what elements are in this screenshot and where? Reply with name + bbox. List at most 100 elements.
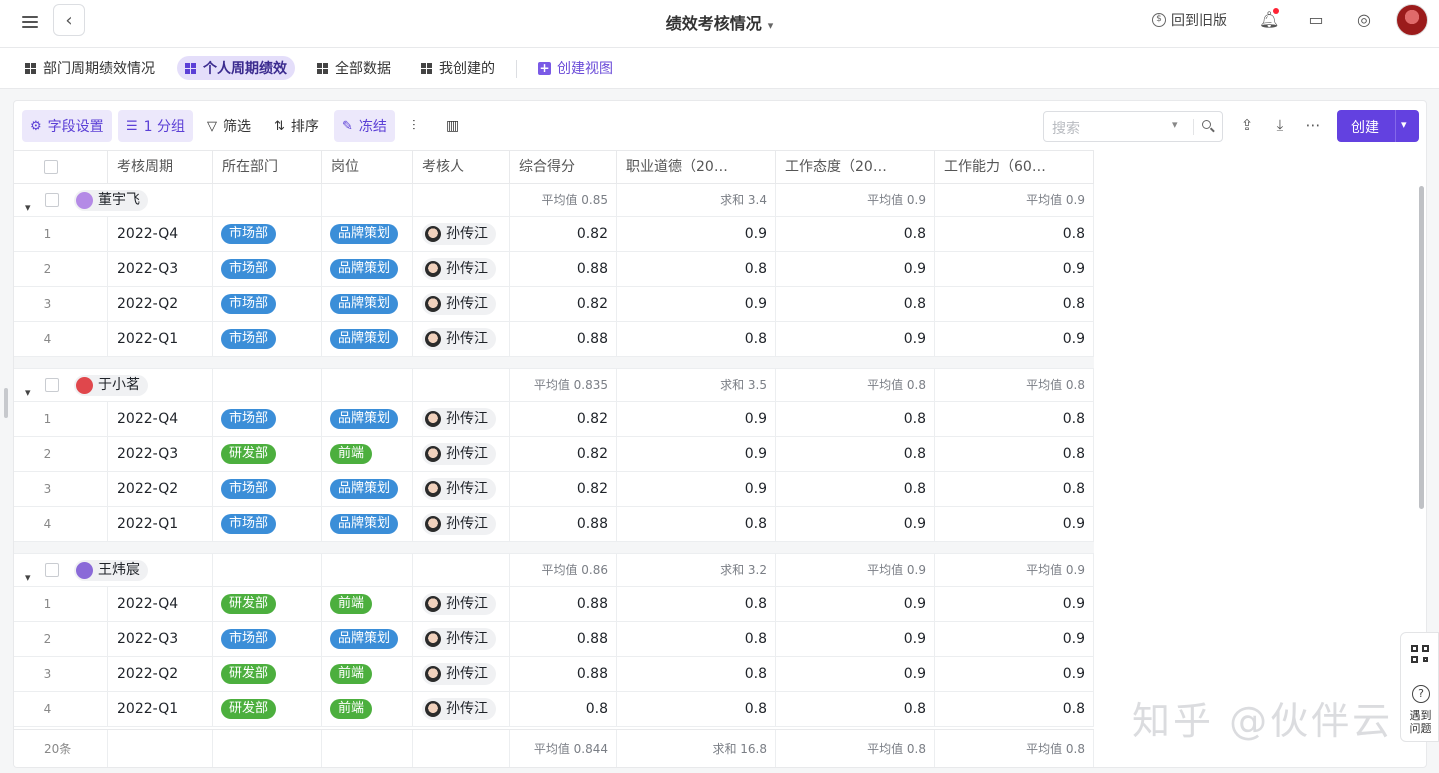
search-icon[interactable]: [1200, 117, 1216, 133]
role-cell[interactable]: 前端: [322, 692, 413, 726]
table-row[interactable]: 1 2022-Q4 研发部 前端 孙传江 0.88 0.8 0.9 0.9: [14, 587, 1094, 622]
footer-agg-attitude[interactable]: 平均值 0.8: [776, 730, 935, 767]
period-cell[interactable]: 2022-Q3: [108, 622, 213, 656]
score-cell[interactable]: 0.88: [510, 622, 617, 656]
table-row[interactable]: 3 2022-Q2 研发部 前端 孙传江 0.88 0.8 0.9 0.9: [14, 657, 1094, 692]
period-cell[interactable]: 2022-Q2: [108, 287, 213, 321]
ability-cell[interactable]: 0.8: [935, 217, 1094, 251]
period-cell[interactable]: 2022-Q2: [108, 657, 213, 691]
bell-icon[interactable]: 🔔︎: [1259, 8, 1279, 29]
ability-cell[interactable]: 0.8: [935, 692, 1094, 726]
group-agg-ability[interactable]: 平均值 0.8: [935, 369, 1094, 401]
score-cell[interactable]: 0.82: [510, 402, 617, 436]
score-cell[interactable]: 0.88: [510, 657, 617, 691]
field-settings-button[interactable]: ⚙ 字段设置: [22, 110, 112, 142]
col-dept[interactable]: 所在部门: [213, 151, 322, 184]
sort-button[interactable]: ⇅ 排序: [266, 110, 327, 142]
ethics-cell[interactable]: 0.9: [617, 437, 776, 471]
chevron-down-icon[interactable]: ▾: [25, 377, 31, 401]
attitude-cell[interactable]: 0.9: [776, 622, 935, 656]
select-all-checkbox[interactable]: [44, 160, 58, 174]
attitude-cell[interactable]: 0.8: [776, 217, 935, 251]
score-cell[interactable]: 0.88: [510, 507, 617, 541]
qrcode-icon[interactable]: [1411, 645, 1430, 664]
chevron-down-icon[interactable]: ▾: [1172, 118, 1178, 131]
group-button[interactable]: ☰ 1 分组: [118, 110, 194, 142]
chevron-down-icon[interactable]: ▾: [25, 192, 31, 216]
group-agg-attitude[interactable]: 平均值 0.9: [776, 184, 935, 216]
reviewer-cell[interactable]: 孙传江: [413, 437, 510, 471]
group-agg-ability[interactable]: 平均值 0.9: [935, 184, 1094, 216]
group-agg-ethics[interactable]: 求和 3.2: [617, 554, 776, 586]
ethics-cell[interactable]: 0.8: [617, 692, 776, 726]
group-header-row[interactable]: ▾ 王炜宸 平均值 0.86 求和 3.2 平均值 0.9 平均值 0.9: [14, 554, 1094, 587]
resize-handle[interactable]: [4, 388, 8, 418]
group-agg-ethics[interactable]: 求和 3.4: [617, 184, 776, 216]
dept-cell[interactable]: 研发部: [213, 587, 322, 621]
download-icon[interactable]: ⤓: [1271, 116, 1289, 134]
footer-agg-score[interactable]: 平均值 0.844: [510, 730, 617, 767]
score-cell[interactable]: 0.8: [510, 692, 617, 726]
attitude-cell[interactable]: 0.9: [776, 322, 935, 356]
period-cell[interactable]: 2022-Q4: [108, 402, 213, 436]
ethics-cell[interactable]: 0.8: [617, 587, 776, 621]
group-agg-score[interactable]: 平均值 0.85: [510, 184, 617, 216]
attitude-cell[interactable]: 0.8: [776, 287, 935, 321]
freeze-button[interactable]: ✎ 冻结: [334, 110, 395, 142]
table-row[interactable]: 2 2022-Q3 市场部 品牌策划 孙传江 0.88 0.8 0.9 0.9: [14, 252, 1094, 287]
group-header-row[interactable]: ▾ 于小茗 平均值 0.835 求和 3.5 平均值 0.8 平均值 0.8: [14, 369, 1094, 402]
avatar[interactable]: [1396, 4, 1428, 36]
reviewer-cell[interactable]: 孙传江: [413, 322, 510, 356]
attitude-cell[interactable]: 0.8: [776, 402, 935, 436]
score-cell[interactable]: 0.88: [510, 322, 617, 356]
group-checkbox[interactable]: [45, 193, 59, 207]
attitude-cell[interactable]: 0.9: [776, 657, 935, 691]
ethics-cell[interactable]: 0.9: [617, 402, 776, 436]
group-header-row[interactable]: ▾ 董宇飞 平均值 0.85 求和 3.4 平均值 0.9 平均值 0.9: [14, 184, 1094, 217]
dept-cell[interactable]: 市场部: [213, 472, 322, 506]
ability-cell[interactable]: 0.9: [935, 322, 1094, 356]
ethics-cell[interactable]: 0.8: [617, 252, 776, 286]
ethics-cell[interactable]: 0.9: [617, 217, 776, 251]
period-cell[interactable]: 2022-Q3: [108, 252, 213, 286]
dept-cell[interactable]: 市场部: [213, 252, 322, 286]
ethics-cell[interactable]: 0.8: [617, 622, 776, 656]
period-cell[interactable]: 2022-Q1: [108, 322, 213, 356]
dept-cell[interactable]: 市场部: [213, 622, 322, 656]
role-cell[interactable]: 品牌策划: [322, 402, 413, 436]
score-cell[interactable]: 0.88: [510, 587, 617, 621]
group-agg-attitude[interactable]: 平均值 0.9: [776, 554, 935, 586]
ethics-cell[interactable]: 0.9: [617, 472, 776, 506]
score-cell[interactable]: 0.82: [510, 437, 617, 471]
ethics-cell[interactable]: 0.8: [617, 322, 776, 356]
chart-button[interactable]: ▥: [438, 110, 467, 142]
dept-cell[interactable]: 市场部: [213, 402, 322, 436]
score-cell[interactable]: 0.82: [510, 287, 617, 321]
reviewer-cell[interactable]: 孙传江: [413, 507, 510, 541]
col-ethics[interactable]: 职业道德（20…: [617, 151, 776, 184]
ability-cell[interactable]: 0.9: [935, 657, 1094, 691]
chevron-down-icon[interactable]: ▾: [25, 562, 31, 586]
attitude-cell[interactable]: 0.8: [776, 472, 935, 506]
tab-personal-period[interactable]: 个人周期绩效: [177, 56, 295, 80]
reviewer-cell[interactable]: 孙传江: [413, 657, 510, 691]
vertical-scrollbar[interactable]: [1419, 186, 1424, 509]
period-cell[interactable]: 2022-Q4: [108, 587, 213, 621]
table-row[interactable]: 2 2022-Q3 市场部 品牌策划 孙传江 0.88 0.8 0.9 0.9: [14, 622, 1094, 657]
ethics-cell[interactable]: 0.8: [617, 507, 776, 541]
group-agg-attitude[interactable]: 平均值 0.8: [776, 369, 935, 401]
search-input[interactable]: 搜索 ▾: [1043, 111, 1223, 142]
group-checkbox[interactable]: [45, 378, 59, 392]
create-button[interactable]: 创建 ▾: [1337, 110, 1419, 142]
table-row[interactable]: 2 2022-Q3 研发部 前端 孙传江 0.82 0.9 0.8 0.8: [14, 437, 1094, 472]
table-row[interactable]: 4 2022-Q1 市场部 品牌策划 孙传江 0.88 0.8 0.9 0.9: [14, 322, 1094, 357]
attitude-cell[interactable]: 0.8: [776, 437, 935, 471]
compass-icon[interactable]: ◎: [1355, 11, 1373, 29]
table-row[interactable]: 3 2022-Q2 市场部 品牌策划 孙传江 0.82 0.9 0.8 0.8: [14, 287, 1094, 322]
reviewer-cell[interactable]: 孙传江: [413, 692, 510, 726]
filter-button[interactable]: ▽ 筛选: [199, 110, 259, 142]
group-checkbox[interactable]: [45, 563, 59, 577]
score-cell[interactable]: 0.88: [510, 252, 617, 286]
more-icon[interactable]: ⋯: [1304, 116, 1322, 134]
col-score[interactable]: 综合得分: [510, 151, 617, 184]
